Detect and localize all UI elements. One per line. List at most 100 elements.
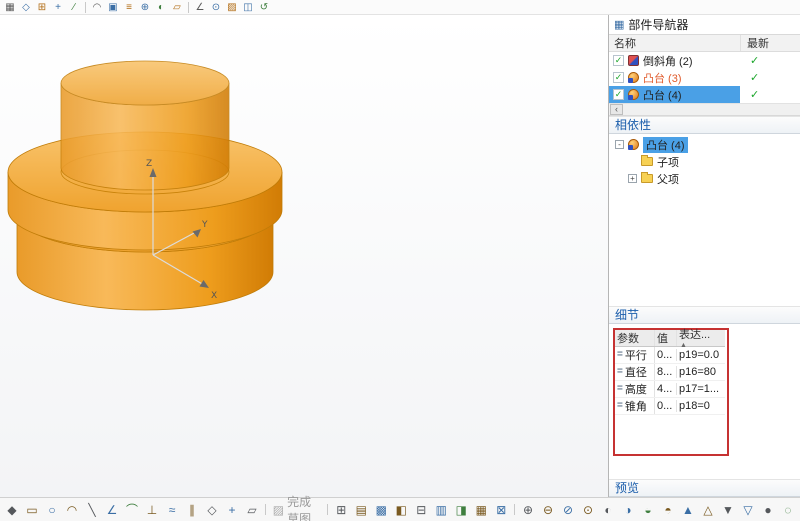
toolbar-icon[interactable]: ▼ xyxy=(718,501,738,519)
toolbar-icon[interactable]: ▱ xyxy=(169,1,185,14)
toolbar-icon[interactable]: △ xyxy=(698,501,718,519)
preview-section-header[interactable]: 预览 xyxy=(609,479,800,497)
toolbar-icon[interactable]: ⊠ xyxy=(491,501,511,519)
boss-feature-icon xyxy=(628,139,639,150)
toolbar-icon[interactable]: ⊙ xyxy=(578,501,598,519)
children-label: 子项 xyxy=(657,154,679,170)
toolbar-icon[interactable]: ▽ xyxy=(738,501,758,519)
toolbar-icon[interactable]: ⊕ xyxy=(518,501,538,519)
param-value: 8... xyxy=(655,366,677,378)
dependency-parents-row[interactable]: + 父项 xyxy=(609,170,800,187)
toolbar-icon[interactable]: ◨ xyxy=(451,501,471,519)
expand-expander-icon[interactable]: + xyxy=(628,174,637,183)
toolbar-icon[interactable]: ◇ xyxy=(202,501,222,519)
toolbar-icon[interactable]: ≈ xyxy=(162,501,182,519)
col-value[interactable]: 值 xyxy=(655,330,677,346)
column-name[interactable]: 名称 xyxy=(609,35,740,51)
toolbar-icon[interactable]: ▭ xyxy=(22,501,42,519)
toolbar-icon[interactable]: ○ xyxy=(42,501,62,519)
toolbar-icon[interactable]: ∠ xyxy=(102,501,122,519)
bottom-toolbar: ◆▭○◠╲∠⌒⊥≈∥◇+▱ ▨ 完成草图 ⊞▤▩◧⊟▥◨▦⊠ ⊕⊖⊘⊙◐◑◒◓▲… xyxy=(0,497,800,521)
toolbar-icon[interactable]: ◫ xyxy=(240,1,256,14)
toolbar-icon[interactable]: ◐ xyxy=(598,501,618,519)
toolbar-icon[interactable]: ◑ xyxy=(618,501,638,519)
toolbar-icon[interactable]: ◧ xyxy=(391,501,411,519)
toolbar-icon[interactable]: ◓ xyxy=(658,501,678,519)
param-name: 平行 xyxy=(625,347,647,363)
toolbar-icon[interactable]: ⊖ xyxy=(538,501,558,519)
toolbar-icon[interactable]: ⌒ xyxy=(122,501,142,519)
model-boss-cylinder[interactable] xyxy=(61,61,229,190)
panel-title-bar: ▦ 部件导航器 xyxy=(609,15,800,35)
details-section-header[interactable]: 细节 xyxy=(609,306,800,324)
navigator-column-headers: 名称 最新 xyxy=(609,35,800,52)
toolbar-icon[interactable]: ◆ xyxy=(2,501,22,519)
toolbar-icon[interactable]: ↺ xyxy=(256,1,272,14)
toolbar-icon[interactable]: ▥ xyxy=(431,501,451,519)
detail-row[interactable]: =直径 8... p16=80 xyxy=(615,364,725,381)
toolbar-icon[interactable]: ▦ xyxy=(471,501,491,519)
detail-row[interactable]: =锥角 0... p18=0 xyxy=(615,398,725,415)
toolbar-icon[interactable]: ▩ xyxy=(371,501,391,519)
finish-sketch-icon: ▨ xyxy=(273,503,284,517)
toolbar-icon[interactable]: ∕ xyxy=(66,1,82,14)
toolbar-icon[interactable]: ⊘ xyxy=(558,501,578,519)
toolbar-icon[interactable]: ◒ xyxy=(638,501,658,519)
toolbar-icon[interactable]: ▣ xyxy=(105,1,121,14)
3d-viewport[interactable]: Z Y X xyxy=(0,15,608,497)
toolbar-icon[interactable]: ◐ xyxy=(153,1,169,14)
toolbar-icon[interactable]: ≡ xyxy=(121,1,137,14)
toolbar-icon[interactable]: ▤ xyxy=(351,501,371,519)
checkbox-icon[interactable]: ✓ xyxy=(613,72,624,83)
toolbar-icon[interactable]: ◠ xyxy=(89,1,105,14)
dependencies-tree: - 凸台 (4) 子项 + 父项 xyxy=(609,134,800,189)
z-axis-label: Z xyxy=(146,159,152,169)
toolbar-separator xyxy=(514,504,515,515)
col-param[interactable]: 参数 xyxy=(615,330,655,346)
finish-sketch-button[interactable]: ▨ 完成草图 xyxy=(273,493,321,521)
toolbar-icon[interactable]: ▲ xyxy=(678,501,698,519)
toolbar-icon[interactable]: ⊞ xyxy=(34,1,50,14)
param-expression: p17=1... xyxy=(677,383,725,395)
checkbox-icon[interactable]: ✓ xyxy=(613,55,624,66)
param-value: 0... xyxy=(655,400,677,412)
3d-model-canvas[interactable]: Z Y X xyxy=(0,15,608,497)
toolbar-icon[interactable]: ● xyxy=(758,501,778,519)
feature-label: 凸台 (3) xyxy=(643,70,682,86)
detail-row[interactable]: =高度 4... p17=1... xyxy=(615,381,725,398)
toolbar-icon[interactable]: ∠ xyxy=(192,1,208,14)
toolbar-icon[interactable]: ⊟ xyxy=(411,501,431,519)
toolbar-icon[interactable]: ▦ xyxy=(2,1,18,14)
toolbar-icon[interactable]: ⊞ xyxy=(331,501,351,519)
feature-row-boss4-selected[interactable]: ✓ 凸台 (4) ✓ xyxy=(609,86,800,103)
details-table-header: 参数 值 表达...▲ xyxy=(615,330,725,347)
feature-row-chamfer[interactable]: ✓ 倒斜角 (2) ✓ xyxy=(609,52,800,69)
toolbar-icon[interactable]: + xyxy=(50,1,66,14)
col-expression[interactable]: 表达...▲ xyxy=(677,326,725,349)
toolbar-icon[interactable]: ◌ xyxy=(778,501,798,519)
dependencies-section-header[interactable]: 相依性 xyxy=(609,116,800,134)
toolbar-icon[interactable]: ▱ xyxy=(242,501,262,519)
toolbar-icon[interactable]: ▨ xyxy=(224,1,240,14)
param-expression: p16=80 xyxy=(677,366,725,378)
collapse-expander-icon[interactable]: - xyxy=(615,140,624,149)
toolbar-icon[interactable]: ⊥ xyxy=(142,501,162,519)
scroll-left-button[interactable]: ‹ xyxy=(610,104,623,115)
toolbar-icon[interactable]: ◠ xyxy=(62,501,82,519)
top-toolbar: ▦◇⊞+∕ ◠▣≡⊕◐▱ ∠⊙▨◫↺ xyxy=(0,0,800,15)
boss-feature-icon xyxy=(628,72,639,83)
feature-row-boss3[interactable]: ✓ 凸台 (3) ✓ xyxy=(609,69,800,86)
toolbar-icon[interactable]: ⊕ xyxy=(137,1,153,14)
checkbox-icon[interactable]: ✓ xyxy=(613,89,624,100)
toolbar-icon[interactable]: + xyxy=(222,501,242,519)
toolbar-icon[interactable]: ╲ xyxy=(82,501,102,519)
toolbar-icon[interactable]: ∥ xyxy=(182,501,202,519)
detail-row[interactable]: =平行 0... p19=0.0 xyxy=(615,347,725,364)
dependency-children-row[interactable]: 子项 xyxy=(609,153,800,170)
toolbar-icon[interactable]: ⊙ xyxy=(208,1,224,14)
column-status[interactable]: 最新 xyxy=(740,35,800,51)
dependency-root-row[interactable]: - 凸台 (4) xyxy=(609,136,800,153)
toolbar-icon[interactable]: ◇ xyxy=(18,1,34,14)
navigator-hscrollbar[interactable]: ‹ xyxy=(609,103,800,116)
part-navigator-panel: ▦ 部件导航器 名称 最新 ✓ 倒斜角 (2) ✓ ✓ 凸台 (3) ✓ ✓ 凸… xyxy=(608,15,800,497)
